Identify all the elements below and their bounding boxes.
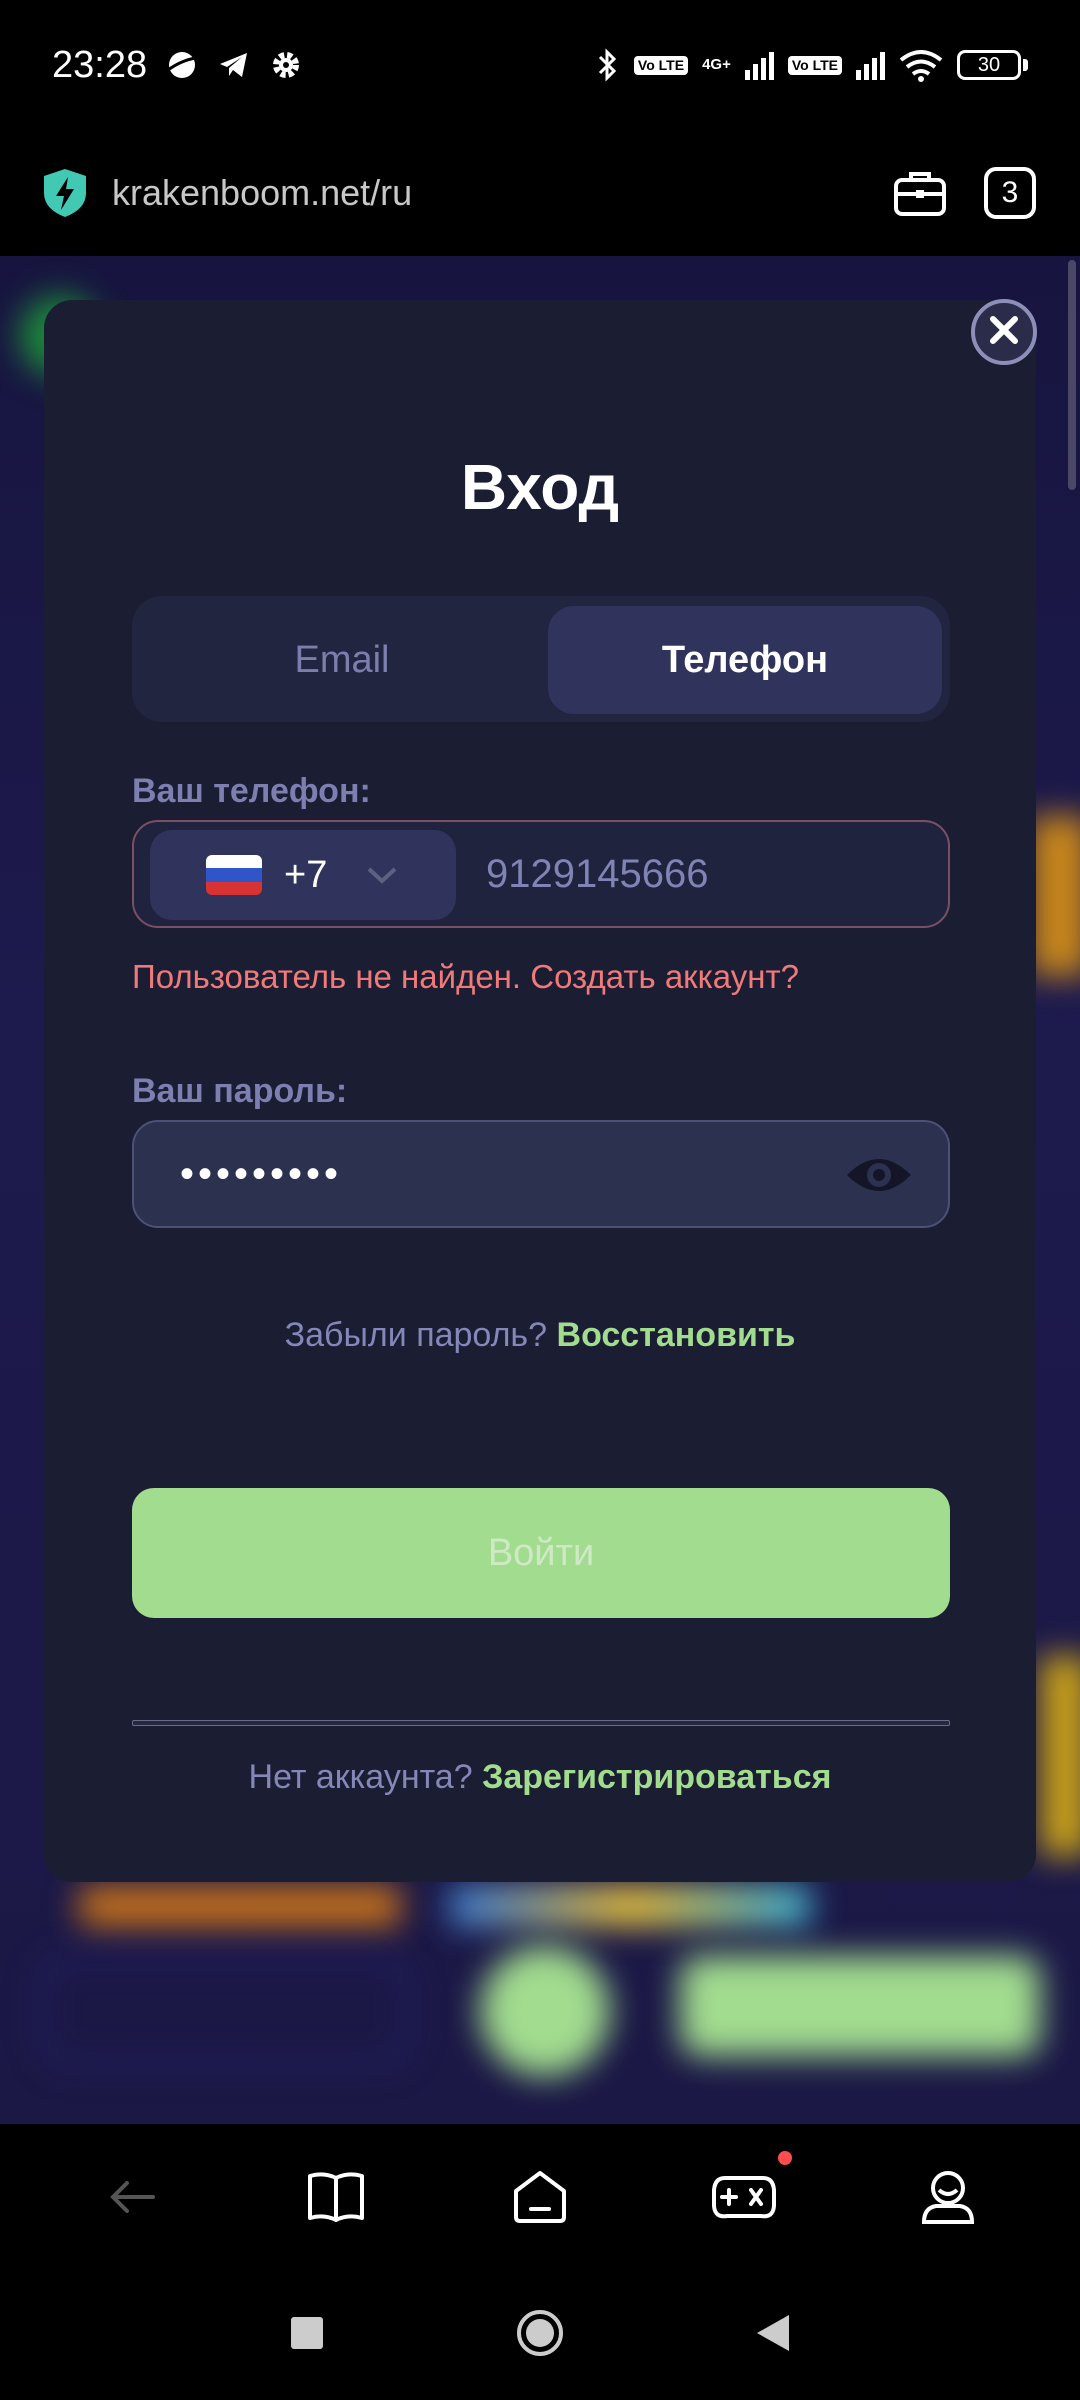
telegram-icon	[217, 48, 251, 82]
briefcase-icon[interactable]	[890, 163, 950, 223]
background-blob	[40, 1956, 410, 2066]
no-account-text: Нет аккаунта?	[248, 1758, 473, 1796]
browser-url-bar: krakenboom.net/ru 3	[0, 130, 1080, 256]
back-triangle-icon[interactable]	[755, 2313, 791, 2358]
home-icon[interactable]	[500, 2157, 580, 2237]
system-navigation	[0, 2270, 1080, 2400]
volte-badge: Vo LTE	[633, 55, 689, 75]
password-label: Ваш пароль:	[132, 1072, 348, 1110]
planet-icon	[165, 48, 199, 82]
status-left: 23:28	[52, 44, 303, 87]
login-modal: Вход Email Телефон Ваш телефон: +7 91291…	[44, 300, 1036, 1882]
restore-link[interactable]: Восстановить	[557, 1316, 796, 1354]
phone-input[interactable]: 9129145666	[486, 822, 708, 926]
background-blob	[1040, 1656, 1080, 1856]
background-blob	[480, 1946, 610, 2076]
tabs-button[interactable]: 3	[980, 163, 1040, 223]
settings-gear-icon	[269, 48, 303, 82]
error-message[interactable]: Пользователь не найден. Создать аккаунт?	[132, 958, 799, 996]
volte-badge-2: Vo LTE	[787, 55, 842, 75]
chevron-down-icon	[365, 865, 399, 885]
phone-field[interactable]: +7 9129145666	[132, 820, 950, 928]
gamepad-icon[interactable]	[704, 2151, 792, 2237]
status-bar: 23:28 Vo LTE 4G+ Vo LTE 30	[0, 0, 1080, 130]
battery-level: 30	[957, 50, 1021, 80]
notification-dot	[778, 2151, 792, 2165]
phone-label: Ваш телефон:	[132, 772, 371, 810]
password-field[interactable]: •••••••••	[132, 1120, 950, 1228]
tab-phone[interactable]: Телефон	[548, 606, 942, 714]
profile-icon[interactable]	[908, 2157, 988, 2237]
russia-flag-icon	[206, 855, 262, 895]
tab-count: 3	[984, 167, 1036, 219]
wifi-icon	[899, 48, 943, 82]
scrollbar[interactable]	[1068, 260, 1076, 490]
book-icon[interactable]	[296, 2157, 376, 2237]
forgot-password-row: Забыли пароль? Восстановить	[44, 1316, 1036, 1355]
login-button[interactable]: Войти	[132, 1488, 950, 1618]
modal-title: Вход	[460, 451, 620, 523]
background-blob	[1030, 816, 1080, 976]
background-blob	[680, 1956, 1040, 2056]
background-blob	[80, 1886, 400, 1926]
url-text[interactable]: krakenboom.net/ru	[112, 172, 860, 214]
battery-icon: 30	[957, 50, 1028, 80]
status-right: Vo LTE 4G+ Vo LTE 30	[596, 47, 1028, 83]
country-code-select[interactable]: +7	[150, 830, 456, 920]
recents-square-icon[interactable]	[289, 2315, 325, 2356]
signal-icon-2	[856, 50, 885, 80]
web-content: Вход Email Телефон Ваш телефон: +7 91291…	[0, 256, 1080, 2124]
close-button[interactable]	[971, 299, 1037, 365]
password-input[interactable]: •••••••••	[180, 1122, 342, 1226]
divider	[132, 1720, 950, 1726]
login-method-tabs: Email Телефон	[132, 596, 950, 722]
country-code: +7	[284, 853, 328, 896]
tab-email[interactable]: Email	[142, 606, 542, 714]
bluetooth-icon	[596, 47, 620, 83]
signal-icon	[744, 50, 774, 80]
browser-bottom-nav	[0, 2124, 1080, 2270]
eye-icon[interactable]	[844, 1150, 914, 1200]
network-type: 4G+	[702, 56, 731, 73]
status-time: 23:28	[52, 43, 148, 86]
signup-row: Нет аккаунта? Зарегистрироваться	[44, 1758, 1036, 1797]
background-blob	[450, 1886, 810, 1926]
shield-bolt-icon[interactable]	[40, 165, 90, 221]
close-icon	[987, 313, 1021, 352]
home-circle-icon[interactable]	[515, 2308, 565, 2363]
back-arrow-icon[interactable]	[92, 2157, 172, 2237]
forgot-text: Забыли пароль?	[284, 1316, 548, 1354]
register-link[interactable]: Зарегистрироваться	[482, 1758, 831, 1796]
